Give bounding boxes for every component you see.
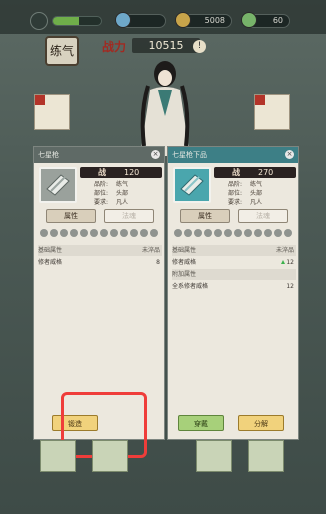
- attr-row: 基础属性 未淬品: [38, 245, 162, 256]
- bracer-icon: [46, 174, 70, 196]
- bracer-icon: [180, 174, 204, 196]
- bead-icon: [90, 229, 98, 237]
- stat-slot: 部位: 头部: [228, 190, 263, 197]
- bead-icon: [70, 229, 78, 237]
- close-icon[interactable]: ×: [285, 150, 294, 159]
- resource-gem[interactable]: 60: [241, 12, 290, 28]
- bead-icon: [140, 229, 148, 237]
- bead-icon: [244, 229, 252, 237]
- attr-row: 修者威格 12: [172, 257, 294, 268]
- equip-button[interactable]: 穿戴: [178, 415, 224, 431]
- attr-row: 修者威格 8: [38, 259, 160, 266]
- resource-spirit[interactable]: [115, 12, 166, 28]
- bead-icon: [50, 229, 58, 237]
- attr-value-increased: 12: [281, 257, 294, 268]
- item-stats: 战 270 品阶: 练气 部位: 头部 要求: 凡人: [214, 167, 296, 207]
- bead-icon: [80, 229, 88, 237]
- attr-row: 基础属性 未淬品: [172, 245, 296, 256]
- bead-icon: [40, 229, 48, 237]
- player-avatar-icon[interactable]: [30, 12, 48, 30]
- bead-icon: [234, 229, 242, 237]
- attr-row: 全系修者威格 12: [172, 283, 294, 290]
- realm-badge: 练气: [45, 36, 79, 66]
- equip-slot-right[interactable]: [254, 94, 290, 130]
- game-screen: 5008 60 练气 战力 10515 ! 七星枪 × 战 120 品阶: 练气…: [0, 0, 326, 514]
- power-value: 10515: [132, 38, 200, 53]
- stat-requirement: 要求: 凡人: [228, 199, 263, 206]
- bead-icon: [284, 229, 292, 237]
- bottom-card[interactable]: [40, 440, 76, 472]
- item-icon: [173, 167, 211, 203]
- gold-coin-icon: [175, 12, 191, 28]
- stat-grade: 品阶: 练气: [228, 181, 263, 188]
- gem-icon: [241, 12, 257, 28]
- attr-row: 附加属性: [172, 269, 296, 280]
- bead-icon: [130, 229, 138, 237]
- bottom-card[interactable]: [248, 440, 284, 472]
- tab-attributes[interactable]: 属性: [46, 209, 96, 223]
- top-bar: 5008 60: [0, 0, 326, 34]
- bottom-card[interactable]: [92, 440, 128, 472]
- character-figure: [140, 61, 190, 156]
- resource-gold[interactable]: 5008: [175, 12, 232, 28]
- bead-icon: [120, 229, 128, 237]
- bead-icon: [184, 229, 192, 237]
- bead-icon: [254, 229, 262, 237]
- info-icon[interactable]: !: [193, 40, 206, 53]
- spirit-stone-icon: [115, 12, 131, 28]
- bead-icon: [274, 229, 282, 237]
- arrow-up-icon: [281, 260, 286, 264]
- power-label: 战力: [102, 40, 127, 54]
- tab-soul[interactable]: 法魂: [104, 209, 154, 223]
- equip-slot-left[interactable]: [34, 94, 70, 130]
- tab-soul[interactable]: 法魂: [238, 209, 288, 223]
- panel-tabs: 属性 法魂: [46, 209, 156, 223]
- bead-icon: [150, 229, 158, 237]
- bead-row: [38, 227, 162, 239]
- panel-tabs: 属性 法魂: [180, 209, 290, 223]
- combat-power: 战力 10515: [102, 38, 202, 54]
- new-item-panel: 七星枪下品 × 战 270 品阶:练气 部位:头部 要求:凡人 属性 法魂: [167, 146, 299, 440]
- panel-header: 七星枪下品 ×: [168, 147, 298, 163]
- stat-grade: 品阶: 练气: [94, 181, 129, 188]
- bottom-card[interactable]: [196, 440, 232, 472]
- item-stats: 战 120 品阶: 练气 部位: 头部 要求: 凡人: [80, 167, 162, 207]
- bead-row: [172, 227, 296, 239]
- bead-icon: [204, 229, 212, 237]
- bead-icon: [214, 229, 222, 237]
- bead-icon: [174, 229, 182, 237]
- tab-attributes[interactable]: 属性: [180, 209, 230, 223]
- stat-requirement: 要求: 凡人: [94, 199, 129, 206]
- panel-header: 七星枪 ×: [34, 147, 164, 163]
- bead-icon: [194, 229, 202, 237]
- close-icon[interactable]: ×: [151, 150, 160, 159]
- level-progress-bar: [52, 16, 102, 26]
- item-icon: [39, 167, 77, 203]
- bead-icon: [224, 229, 232, 237]
- bead-icon: [264, 229, 272, 237]
- stat-slot: 部位: 头部: [94, 190, 129, 197]
- bead-icon: [100, 229, 108, 237]
- decompose-button[interactable]: 分解: [238, 415, 284, 431]
- item-power-strip: 战 120: [80, 167, 162, 178]
- bead-icon: [110, 229, 118, 237]
- bead-icon: [60, 229, 68, 237]
- item-power-strip: 战 270: [214, 167, 296, 178]
